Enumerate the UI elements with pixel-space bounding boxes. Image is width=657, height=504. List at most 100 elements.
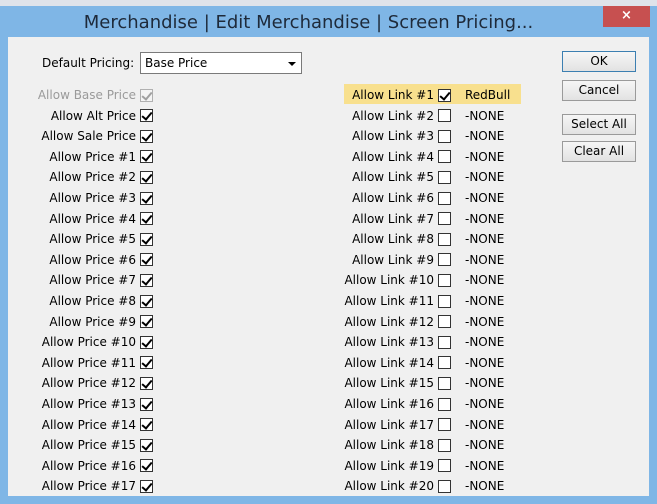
price-row-checkbox[interactable] [140,294,153,308]
link-row-value: RedBull [465,88,511,102]
price-row-checkbox[interactable] [140,459,153,473]
price-row-checkbox[interactable] [140,253,153,267]
price-row-checkbox[interactable] [140,170,153,184]
price-row-label: Allow Price #2 [49,170,136,185]
link-row-checkbox[interactable] [438,273,451,287]
link-row-checkbox[interactable] [438,397,451,411]
link-row-value: -NONE [465,355,505,370]
link-row-value: -NONE [465,191,505,205]
link-row-checkbox[interactable] [438,459,451,473]
price-row: Allow Price #14 [8,415,162,435]
price-row-checkbox[interactable] [140,150,153,164]
price-row-checkbox [140,88,153,102]
link-row-checkbox[interactable] [438,335,451,349]
link-row-checkbox[interactable] [438,170,451,184]
link-row-value: -NONE [465,232,505,247]
dialog-client-area: Default Pricing: Base Price Allow Base P… [8,37,649,496]
link-row-checkbox[interactable] [438,150,451,164]
link-row-checkbox[interactable] [438,356,451,370]
link-row-label: Allow Link #17 [344,417,434,432]
price-row-label: Allow Price #17 [41,479,136,494]
default-pricing-select[interactable]: Base Price [140,52,302,74]
link-row-checkbox[interactable] [438,232,451,246]
link-row: Allow Link #16 -NONE [338,394,638,414]
link-row: Allow Link #14 -NONE [338,353,638,373]
price-row-checkbox[interactable] [140,315,153,329]
price-row-label: Allow Price #4 [49,211,136,226]
price-row-checkbox[interactable] [140,356,153,370]
link-row-label: Allow Link #10 [344,273,434,288]
price-row: Allow Price #7 [8,270,162,290]
price-row-checkbox[interactable] [140,191,153,205]
chevron-down-icon[interactable] [288,62,296,66]
link-row-label: Allow Link #19 [344,458,434,473]
price-row: Allow Sale Price [8,126,162,146]
link-row-value: -NONE [465,438,505,453]
link-row: Allow Link #18 -NONE [338,435,638,455]
price-row-label: Allow Price #8 [49,294,136,308]
link-row-checkbox[interactable] [438,109,451,123]
price-row: Allow Price #4 [8,209,162,229]
price-row-checkbox[interactable] [140,109,153,123]
price-row-checkbox[interactable] [140,418,153,432]
link-row-checkbox[interactable] [438,191,451,205]
price-row-checkbox[interactable] [140,129,153,143]
link-row-label: Allow Link #11 [344,294,434,308]
price-row-checkbox[interactable] [140,212,153,226]
link-row-checkbox[interactable] [438,418,451,432]
price-row: Allow Price #16 [8,456,162,476]
link-row-label: Allow Link #2 [352,108,434,123]
title-bar[interactable]: Merchandise | Edit Merchandise | Screen … [0,6,657,36]
link-row: Allow Link #7 -NONE [338,209,638,229]
price-row: Allow Price #12 [8,373,162,393]
close-button[interactable]: × [603,6,650,27]
price-row-checkbox[interactable] [140,438,153,452]
price-row-checkbox[interactable] [140,479,153,493]
cancel-button[interactable]: Cancel [562,80,636,101]
clear-all-button[interactable]: Clear All [562,141,636,162]
link-row-value: -NONE [465,211,505,226]
link-row-checkbox[interactable] [438,438,451,452]
price-row-checkbox[interactable] [140,376,153,390]
link-row-label: Allow Link #14 [344,355,434,370]
link-row-value: -NONE [465,129,505,144]
price-row-label: Allow Price #1 [49,149,136,164]
link-row-checkbox[interactable] [438,212,451,226]
price-row: Allow Price #8 [8,291,162,311]
price-row: Allow Price #2 [8,167,162,187]
select-all-button[interactable]: Select All [562,114,636,135]
link-row-label: Allow Link #3 [352,129,434,144]
link-row-value: -NONE [465,170,505,185]
price-row-label: Allow Sale Price [41,129,136,144]
link-row-value: -NONE [465,479,505,494]
link-row-label: Allow Link #20 [344,479,434,494]
link-row: Allow Link #10 -NONE [338,270,638,290]
link-row-checkbox[interactable] [438,479,451,493]
link-row-label: Allow Link #4 [352,149,434,164]
price-row-checkbox[interactable] [140,397,153,411]
price-row: Allow Base Price [8,85,162,105]
default-pricing-value: Base Price [145,56,208,70]
link-row-checkbox[interactable] [438,253,451,267]
link-row-label: Allow Link #12 [344,314,434,329]
price-row-checkbox[interactable] [140,273,153,287]
link-row: Allow Link #11 -NONE [338,291,638,311]
link-row-value: -NONE [465,108,505,123]
price-row-label: Allow Alt Price [50,108,136,123]
link-row-checkbox[interactable] [438,315,451,329]
link-row-checkbox[interactable] [438,376,451,390]
link-row-checkbox[interactable] [438,88,451,102]
price-row-label: Allow Price #16 [41,458,136,473]
link-row-label: Allow Link #6 [352,191,434,205]
ok-button[interactable]: OK [562,51,636,72]
price-row-label: Allow Price #13 [41,397,136,411]
link-row: Allow Link #19 -NONE [338,456,638,476]
link-row-checkbox[interactable] [438,294,451,308]
link-row-value: -NONE [465,149,505,164]
link-row-checkbox[interactable] [438,129,451,143]
price-row: Allow Price #11 [8,353,162,373]
price-row-checkbox[interactable] [140,335,153,349]
link-row: Allow Link #13 -NONE [338,332,638,352]
link-row-value: -NONE [465,458,505,473]
price-row-checkbox[interactable] [140,232,153,246]
